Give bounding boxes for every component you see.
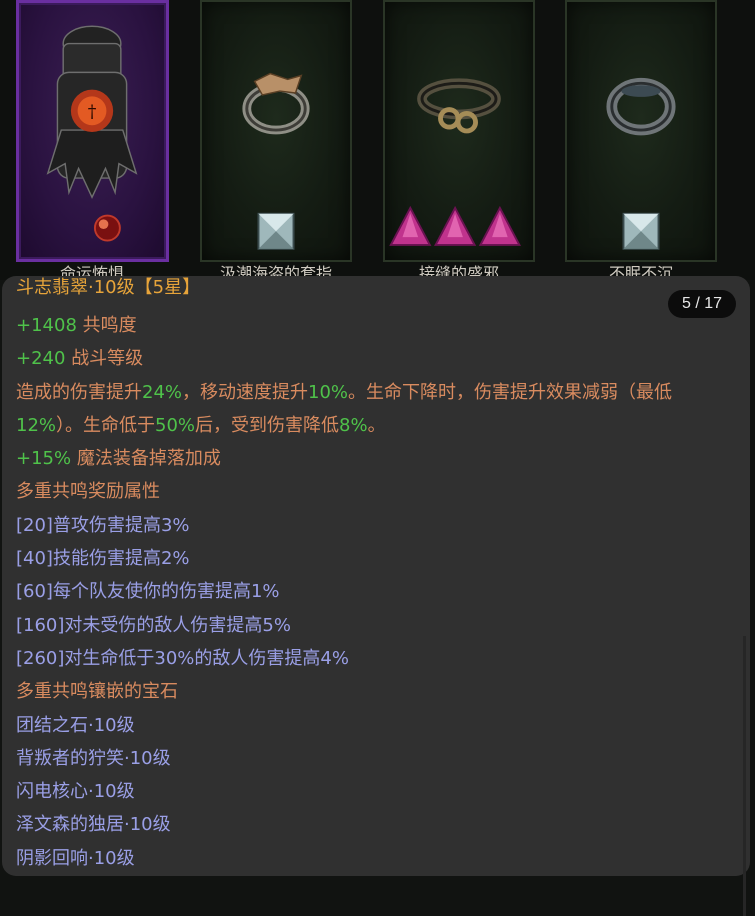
tooltip-title: 斗志翡翠·10级【5星】 [16,277,201,298]
effect-text: 。生命下降时，伤害提升效果减弱（最低 [348,381,673,403]
gem-item: 背叛者的狞笑·10级 [16,747,171,769]
bonus-section-header: 多重共鸣奖励属性 [16,481,160,503]
item-card-4[interactable] [565,0,717,262]
bonus-item: [260]对生命低于30%的敌人伤害提高4% [16,647,349,669]
fate-dread-icon: † [46,25,138,242]
stat-label: 共鸣度 [82,315,137,336]
effect-text: ）。生命低于 [56,414,156,436]
effect-text: 。 [367,414,386,436]
gem-item: 闪电核心·10级 [16,781,135,803]
bonus-item: [160]对未受伤的敌人伤害提高5% [16,614,291,636]
stat-value: +15% [16,448,72,470]
gems-section-header: 多重共鸣镶嵌的宝石 [16,681,178,703]
effect-text: 造成的伤害提升 [16,381,142,403]
effect-text: ，移动速度提升 [182,381,309,403]
stat-resonance: +1408 共鸣度 [16,309,750,342]
stat-label: 战斗等级 [71,348,144,370]
effect-value: 12% [16,414,57,436]
effect-text: 后，受到伤害降低 [195,414,340,436]
page-counter: 5 / 17 [667,290,736,318]
bonus-item: [60]每个队友使你的伤害提高1% [16,581,280,603]
item-card-1[interactable]: † [16,0,169,262]
stat-combat-level: +240 战斗等级 [16,342,750,375]
gem-item: 阴影回响·10级 [16,847,135,869]
rope-ring-icon [389,78,521,246]
effect-value: 10% [308,381,349,403]
item-card-2[interactable] [200,0,352,262]
item-card-3[interactable] [383,0,535,262]
gem-item: 团结之石·10级 [16,714,135,736]
tooltip-scrollbar[interactable] [743,636,746,916]
effect-value: 50% [155,414,196,436]
bonus-item: [40]技能伤害提高2% [16,548,190,570]
item-tooltip: 5 / 17 斗志翡翠·10级【5星】 +1408 共鸣度 +240 战斗等级 … [2,276,750,916]
gemmed-ring-icon [606,77,676,250]
bonus-item: [20]普攻伤害提高3% [16,514,190,536]
gem-item: 泽文森的独居·10级 [16,814,171,836]
stat-magic-find: +15% 魔法装备掉落加成 [16,442,750,475]
ring-icon [242,72,310,250]
gem-effect-description: 造成的伤害提升24%，移动速度提升10%。生命下降时，伤害提升效果减弱（最低 12… [16,376,728,443]
svg-text:†: † [88,103,97,123]
stat-value: +1408 [16,315,77,336]
stat-value: +240 [16,348,66,370]
effect-value: 24% [142,381,183,403]
effect-value: 8% [339,414,368,436]
stat-label: 魔法装备掉落加成 [76,448,221,470]
